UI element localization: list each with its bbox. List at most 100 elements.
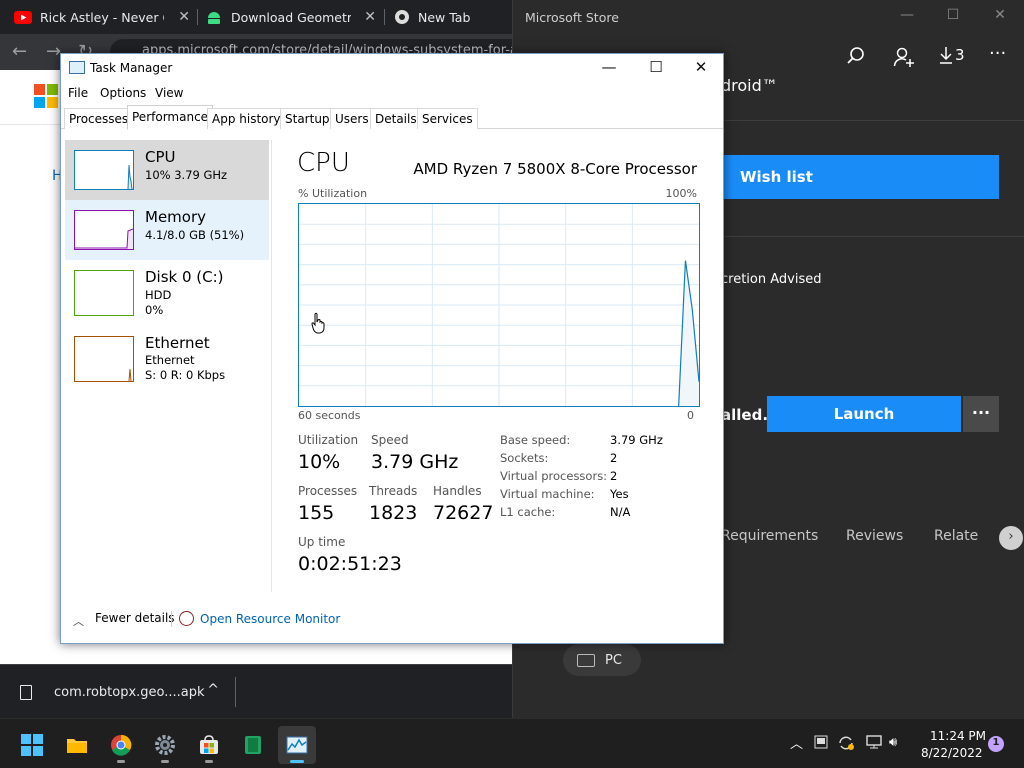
- sync-icon[interactable]: [837, 735, 855, 751]
- pc-icon: [577, 653, 595, 667]
- store-app-name: droid™: [721, 76, 778, 95]
- resource-name: Ethernet: [145, 334, 210, 352]
- tab-startup[interactable]: Startup: [280, 108, 335, 129]
- download-filename: com.robtopx.geo....apk: [54, 684, 205, 700]
- taskbar-store[interactable]: [190, 726, 228, 764]
- tab-reviews[interactable]: Reviews: [846, 528, 903, 544]
- footer: ︿ Fewer details Open Resource Monitor: [61, 606, 723, 632]
- back-icon[interactable]: ←: [12, 41, 27, 62]
- tab-performance[interactable]: Performance: [127, 105, 214, 130]
- file-icon: [20, 684, 32, 700]
- more-options-icon[interactable]: ···: [989, 43, 1006, 64]
- resource-cpu[interactable]: CPU 10% 3.79 GHz: [65, 140, 269, 200]
- task-manager-window: Task Manager — ☐ ✕ File Options View Pro…: [60, 53, 724, 644]
- taskbar-chrome[interactable]: [102, 726, 140, 764]
- fewer-details-button[interactable]: ︿ Fewer details: [73, 611, 175, 628]
- tab-processes[interactable]: Processes: [64, 108, 134, 129]
- tab-services[interactable]: Services: [417, 108, 478, 129]
- menu-file[interactable]: File: [68, 86, 88, 100]
- task-manager-titlebar[interactable]: Task Manager — ☐ ✕: [61, 54, 723, 82]
- running-indicator: [161, 760, 169, 763]
- close-icon[interactable]: ✕: [990, 7, 1010, 23]
- settings-icon: [155, 735, 175, 755]
- tab-users[interactable]: Users: [330, 108, 374, 129]
- chevron-right-icon[interactable]: ›: [999, 526, 1023, 550]
- installed-status: alled.: [721, 406, 769, 424]
- resource-detail: 10% 3.79 GHz: [145, 168, 228, 182]
- resource-name: CPU: [145, 148, 176, 166]
- maximize-icon[interactable]: ☐: [646, 58, 666, 76]
- taskbar-settings[interactable]: [146, 726, 184, 764]
- maximize-icon[interactable]: ☐: [943, 7, 963, 23]
- threads-label: Threads: [369, 484, 418, 498]
- account-add-icon[interactable]: [893, 46, 915, 68]
- resource-ethernet[interactable]: Ethernet Ethernet S: 0 R: 0 Kbps: [65, 328, 269, 390]
- more-actions-button[interactable]: ···: [963, 396, 999, 432]
- download-item[interactable]: com.robtopx.geo....apk ^: [14, 677, 236, 707]
- close-tab-icon[interactable]: ✕: [178, 9, 190, 25]
- cpu-sparkline: [74, 150, 134, 190]
- clock-time[interactable]: 11:24 PM: [930, 729, 986, 743]
- browser-tab-new-tab[interactable]: New Tab: [394, 0, 512, 34]
- memory-sparkline: [74, 210, 134, 250]
- resource-detail: 0%: [145, 303, 164, 317]
- notification-badge[interactable]: 1: [988, 736, 1004, 752]
- browser-tab-geometry-dash[interactable]: Download Geometry Dash ✕: [206, 0, 382, 34]
- task-manager-icon: [69, 61, 85, 74]
- task-manager-icon: [286, 736, 308, 754]
- download-icon: [940, 47, 952, 64]
- chevron-up-icon[interactable]: ︿: [790, 733, 803, 752]
- browser-tab-youtube[interactable]: Rick Astley - Never Gonna Give You Up ✕: [14, 0, 196, 34]
- info-key: Sockets:: [500, 451, 549, 465]
- info-value: 2: [610, 469, 618, 483]
- resource-detail: S: 0 R: 0 Kbps: [145, 368, 226, 382]
- store-titlebar: Microsoft Store — ☐ ✕: [513, 0, 1024, 34]
- fewer-details-label: Fewer details: [95, 611, 175, 625]
- minimize-icon[interactable]: —: [599, 58, 619, 76]
- start-button[interactable]: [13, 726, 51, 764]
- panel-divider[interactable]: [271, 140, 272, 592]
- open-resource-monitor-link[interactable]: Open Resource Monitor: [179, 611, 340, 626]
- close-tab-icon[interactable]: ✕: [364, 9, 376, 25]
- menu-view[interactable]: View: [155, 86, 183, 100]
- menu-options[interactable]: Options: [100, 86, 146, 100]
- chevron-up-icon[interactable]: ^: [207, 682, 219, 698]
- search-icon[interactable]: [846, 46, 866, 66]
- tab-separator: [197, 9, 198, 25]
- downloads-button[interactable]: 3: [939, 46, 965, 64]
- tab-requirements[interactable]: Requirements: [721, 528, 818, 544]
- resource-memory[interactable]: Memory 4.1/8.0 GB (51%): [65, 200, 269, 260]
- download-count: 3: [955, 46, 965, 64]
- browser-tab-strip: Rick Astley - Never Gonna Give You Up ✕ …: [0, 0, 520, 34]
- taskbar-file-explorer[interactable]: [58, 726, 96, 764]
- forward-icon[interactable]: →: [46, 41, 61, 62]
- clock-date[interactable]: 8/22/2022: [921, 746, 983, 760]
- tab-related[interactable]: Relate: [934, 528, 978, 544]
- info-key: L1 cache:: [500, 505, 556, 519]
- info-value: N/A: [610, 505, 631, 519]
- minimize-icon[interactable]: —: [897, 7, 917, 23]
- taskbar-bluestacks[interactable]: [234, 726, 272, 764]
- info-key: Virtual processors:: [500, 469, 608, 483]
- utilization-label: Utilization: [298, 433, 359, 447]
- device-icon[interactable]: [814, 735, 828, 749]
- download-shelf: com.robtopx.geo....apk ^: [0, 664, 512, 718]
- resource-name: Memory: [145, 208, 207, 226]
- tab-app-history[interactable]: App history: [207, 108, 286, 129]
- tab-separator: [384, 9, 385, 25]
- network-icon[interactable]: [866, 735, 882, 749]
- graph-y-label: % Utilization: [298, 187, 368, 200]
- taskbar-task-manager[interactable]: [278, 726, 316, 764]
- volume-icon[interactable]: 🔊︎: [889, 735, 897, 750]
- store-section-tabs: Requirements Reviews Relate: [721, 528, 1024, 552]
- microsoft-logo-icon[interactable]: [34, 84, 58, 108]
- window-title: Task Manager: [90, 61, 173, 75]
- graph-y-max: 100%: [665, 187, 697, 200]
- close-icon[interactable]: ✕: [691, 58, 711, 76]
- wish-list-button[interactable]: Wish list: [723, 155, 999, 199]
- launch-button[interactable]: Launch: [767, 396, 961, 432]
- resource-detail: HDD: [145, 288, 172, 302]
- resource-disk[interactable]: Disk 0 (C:) HDD 0%: [65, 260, 269, 322]
- tab-details[interactable]: Details: [370, 108, 422, 129]
- tab-bar: Processes Performance App history Startu…: [61, 105, 723, 130]
